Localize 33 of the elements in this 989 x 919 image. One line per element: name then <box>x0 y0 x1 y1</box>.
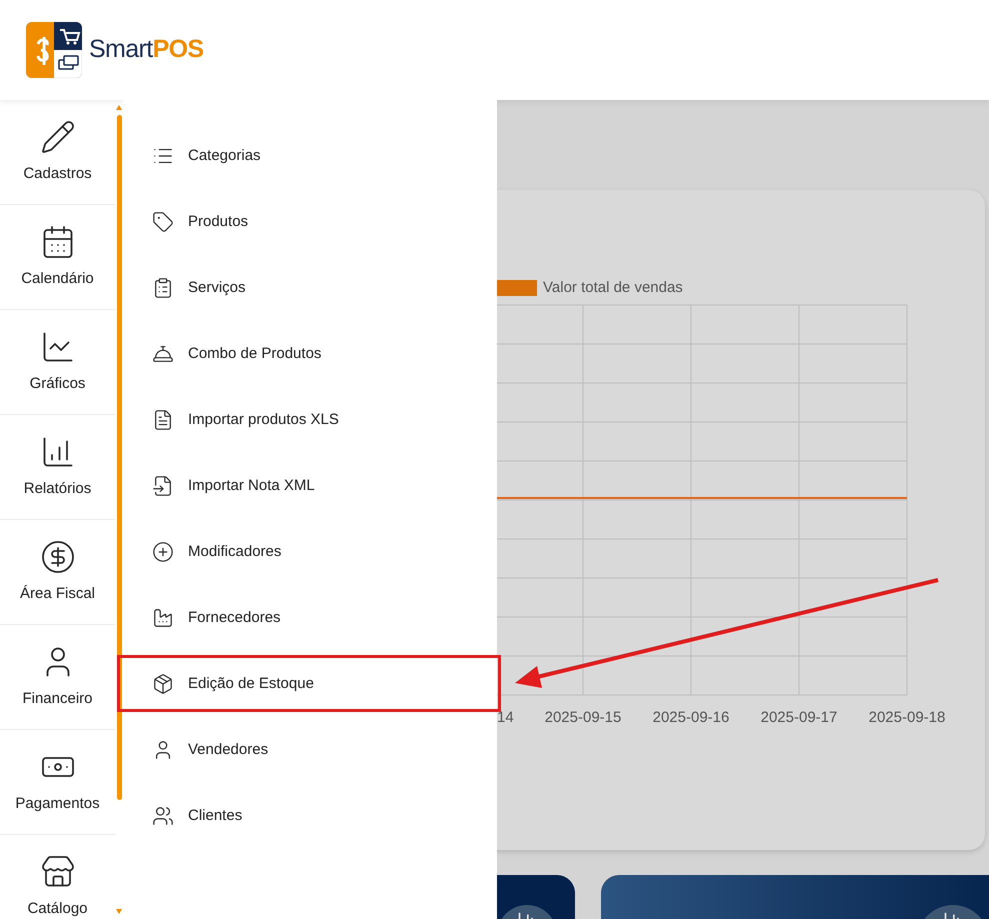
x-axis-label: 2025-09-16 <box>652 708 730 728</box>
box-icon <box>152 673 174 695</box>
submenu-item[interactable]: Fornecedores <box>123 585 497 651</box>
legend-swatch <box>497 280 537 296</box>
factory-icon <box>152 607 174 629</box>
legend-label: Valor total de vendas <box>543 278 683 298</box>
x-axis-label: 2025-09-17 <box>760 708 838 728</box>
submenu-item[interactable]: Serviços <box>123 255 497 321</box>
submenu-item[interactable]: Modificadores <box>123 519 497 585</box>
file-import-icon <box>152 475 174 497</box>
x-axis-label: 2025-09-18 <box>868 708 946 728</box>
brand-name: SmartPOS <box>89 34 204 66</box>
file-icon <box>152 409 174 431</box>
submenu-item[interactable]: Vendedores <box>123 717 497 783</box>
logo-icon <box>26 22 82 78</box>
scroll-up-icon <box>116 105 122 110</box>
users-icon <box>152 805 174 827</box>
submenu-item[interactable]: Clientes <box>123 783 497 849</box>
clipboard-icon <box>152 277 174 299</box>
dollar-circle-icon <box>40 538 76 575</box>
tag-icon <box>152 211 174 233</box>
submenu-item[interactable]: Produtos <box>123 189 497 255</box>
scroll-down-icon <box>116 909 122 914</box>
submenu-item[interactable]: Edição de Estoque <box>123 651 497 717</box>
x-axis-label: 2025-09-15 <box>544 708 622 728</box>
pencil-icon <box>40 118 76 155</box>
submenu-item[interactable]: Importar Nota XML <box>123 453 497 519</box>
cloche-icon <box>152 343 174 365</box>
submenu-item[interactable]: Importar produtos XLS <box>123 387 497 453</box>
submenu-item[interactable]: Categorias <box>123 123 497 189</box>
x-axis-label: 14 <box>497 708 514 728</box>
plus-circle-icon <box>152 541 174 563</box>
submenu-item[interactable]: Combo de Produtos <box>123 321 497 387</box>
